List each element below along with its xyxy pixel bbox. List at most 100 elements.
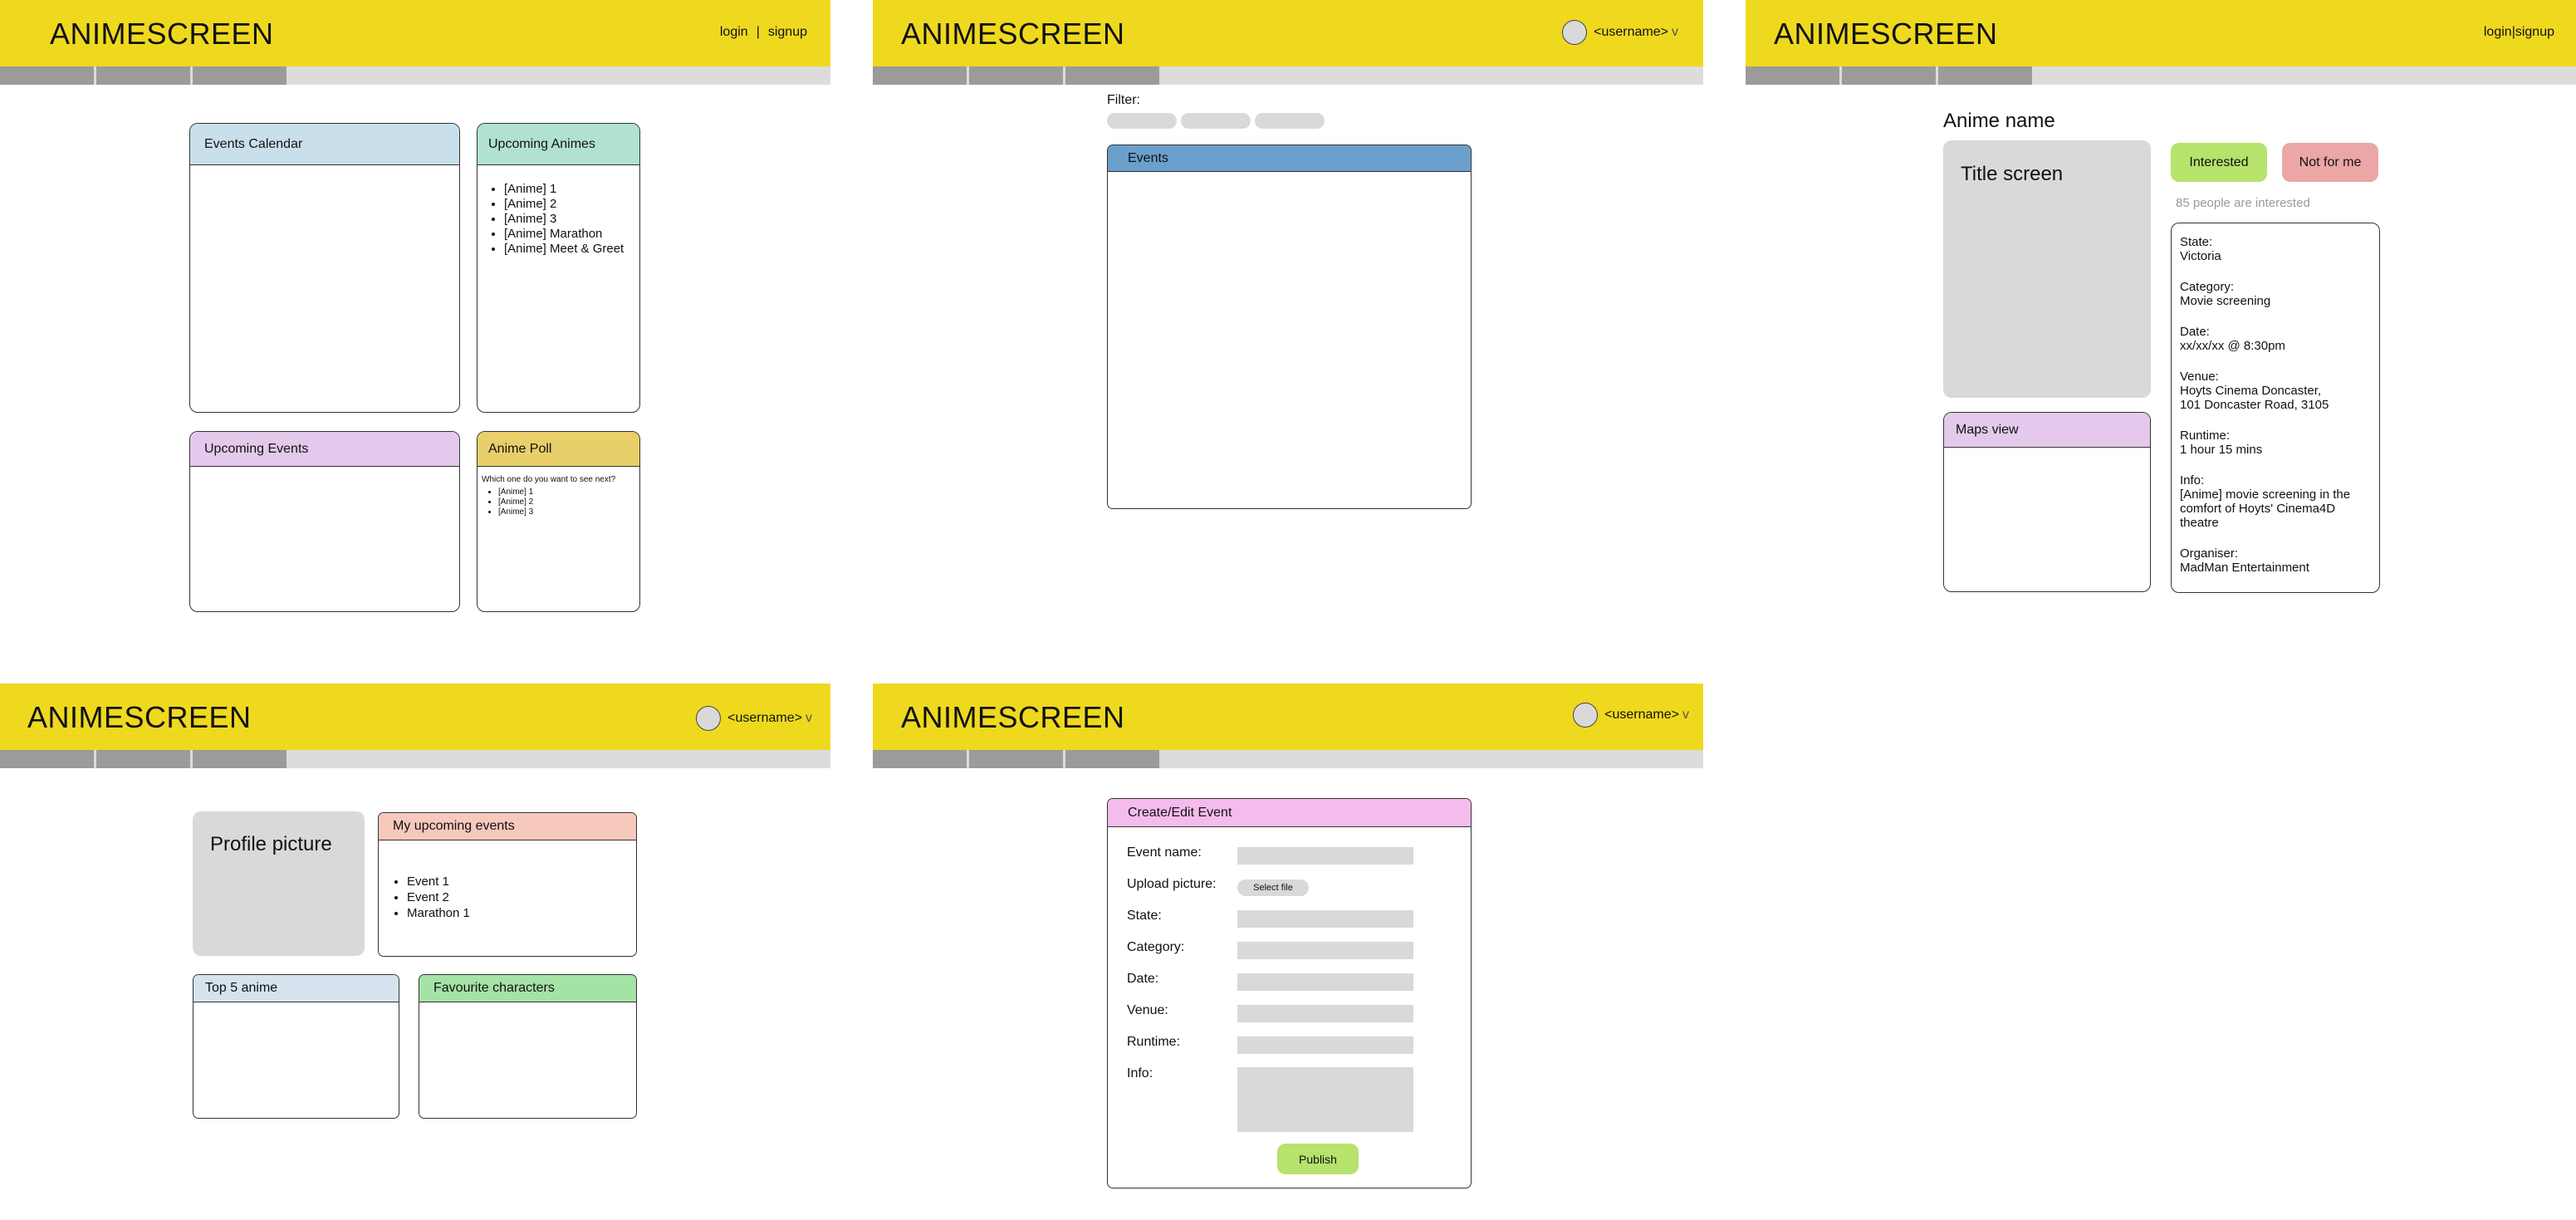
profile-picture[interactable]: Profile picture [193,811,365,956]
info-value-line1: [Anime] movie screening in the [2180,488,2351,502]
upcoming-animes-list: [Anime] 1 [Anime] 2 [Anime] 3 [Anime] Ma… [486,182,631,257]
maps-view-card[interactable]: Maps view [1943,412,2151,592]
site-logo[interactable]: ANIMESCREEN [901,700,1125,735]
list-item[interactable]: [Anime] Meet & Greet [504,242,631,257]
username[interactable]: <username> [1604,708,1679,723]
top5-anime-title: Top 5 anime [193,975,399,1002]
title-screen-label: Title screen [1961,163,2064,185]
state-label: State: [2180,235,2213,249]
nav-tab-3[interactable] [193,66,286,85]
interested-button[interactable]: Interested [2171,143,2267,182]
site-logo[interactable]: ANIMESCREEN [1774,17,1998,51]
list-item[interactable]: Marathon 1 [407,905,626,921]
nav-tab-3[interactable] [193,750,286,768]
filter-chip-2[interactable] [1181,113,1251,129]
info-label: Info: [1127,1066,1153,1080]
state-label: State: [1127,909,1162,923]
event-name-input[interactable] [1237,847,1413,865]
maps-view-title: Maps view [1944,413,2150,448]
upcoming-events-title: Upcoming Events [190,432,459,467]
avatar[interactable] [1562,20,1588,45]
login-link[interactable]: login [720,25,748,39]
nav-tab-1[interactable] [0,66,94,85]
poll-options: [Anime] 1 [Anime] 2 [Anime] 3 [482,488,635,517]
user-menu[interactable]: <username> v [1562,20,1678,45]
nav-tab-1[interactable] [0,750,94,768]
list-item[interactable]: [Anime] 3 [504,212,631,227]
category-value: Movie screening [2180,294,2271,308]
nav-tab-2[interactable] [96,750,190,768]
poll-option[interactable]: [Anime] 3 [498,507,635,517]
event-name-label: Event name: [1127,845,1202,860]
chevron-down-icon[interactable]: v [1682,708,1689,723]
username[interactable]: <username> [727,711,802,726]
site-header: ANIMESCREEN <username> v [0,683,830,750]
nav-tab-2[interactable] [969,750,1063,768]
nav-tab-1[interactable] [873,750,967,768]
upcoming-animes-title: Upcoming Animes [477,124,639,165]
nav-tab-1[interactable] [1746,66,1839,85]
nav-tab-1[interactable] [873,66,967,85]
auth-links: login|signup [2484,25,2554,40]
site-logo[interactable]: ANIMESCREEN [901,17,1125,51]
list-item[interactable]: Event 1 [407,874,626,889]
login-link[interactable]: login [2484,25,2512,39]
my-upcoming-events-title: My upcoming events [379,813,636,840]
venue-value-line2: 101 Doncaster Road, 3105 [2180,398,2329,412]
nav-tab-2[interactable] [969,66,1063,85]
user-menu[interactable]: <username> v [696,706,812,731]
site-header: ANIMESCREEN login | signup [0,0,830,66]
info-textarea[interactable] [1237,1067,1413,1132]
nav-bar [0,750,830,768]
events-card: Events [1107,145,1472,509]
category-label: Category: [1127,940,1185,954]
state-input[interactable] [1237,910,1413,928]
list-item[interactable]: [Anime] 2 [504,197,631,212]
frame-events: ANIMESCREEN <username> v Filter: Events [873,0,1703,631]
list-item[interactable]: [Anime] Marathon [504,227,631,242]
site-logo[interactable]: ANIMESCREEN [50,17,274,51]
site-logo[interactable]: ANIMESCREEN [27,700,252,735]
chevron-down-icon[interactable]: v [806,711,812,726]
nav-tab-3[interactable] [1938,66,2032,85]
select-file-button[interactable]: Select file [1237,879,1309,896]
date-input[interactable] [1237,973,1413,991]
venue-input[interactable] [1237,1005,1413,1022]
anime-poll-card: Anime Poll Which one do you want to see … [477,431,640,612]
filter-chip-1[interactable] [1107,113,1177,129]
event-info-card: State: Victoria Category: Movie screenin… [2171,223,2380,593]
not-for-me-button[interactable]: Not for me [2282,143,2378,182]
upcoming-animes-card: Upcoming Animes [Anime] 1 [Anime] 2 [Ani… [477,123,640,413]
create-event-title: Create/Edit Event [1108,799,1471,827]
nav-tab-3[interactable] [1065,750,1159,768]
avatar[interactable] [696,706,722,731]
site-header: ANIMESCREEN <username> v [873,0,1703,66]
category-label: Category: [2180,280,2235,294]
nav-tab-3[interactable] [1065,66,1159,85]
signup-link[interactable]: signup [2515,25,2554,39]
upload-picture-label: Upload picture: [1127,877,1217,891]
filter-label: Filter: [1107,93,1140,107]
poll-option[interactable]: [Anime] 2 [498,497,635,507]
avatar[interactable] [1573,703,1599,728]
list-item[interactable]: [Anime] 1 [504,182,631,197]
upcoming-events-card: Upcoming Events [189,431,460,612]
info-label: Info: [2180,473,2205,488]
username[interactable]: <username> [1594,25,1668,40]
nav-tab-2[interactable] [1842,66,1936,85]
runtime-input[interactable] [1237,1036,1413,1054]
auth-links: login | signup [720,25,807,40]
venue-label: Venue: [2180,370,2219,384]
chevron-down-icon[interactable]: v [1672,25,1678,40]
anime-poll-title: Anime Poll [477,432,639,467]
category-input[interactable] [1237,942,1413,959]
list-item[interactable]: Event 2 [407,889,626,905]
user-menu[interactable]: <username> v [1573,703,1689,728]
auth-separator: | [756,25,760,39]
publish-button[interactable]: Publish [1277,1144,1359,1174]
filter-chip-3[interactable] [1255,113,1325,129]
signup-link[interactable]: signup [768,25,807,39]
venue-label: Venue: [1127,1003,1168,1017]
nav-tab-2[interactable] [96,66,190,85]
poll-option[interactable]: [Anime] 1 [498,488,635,497]
